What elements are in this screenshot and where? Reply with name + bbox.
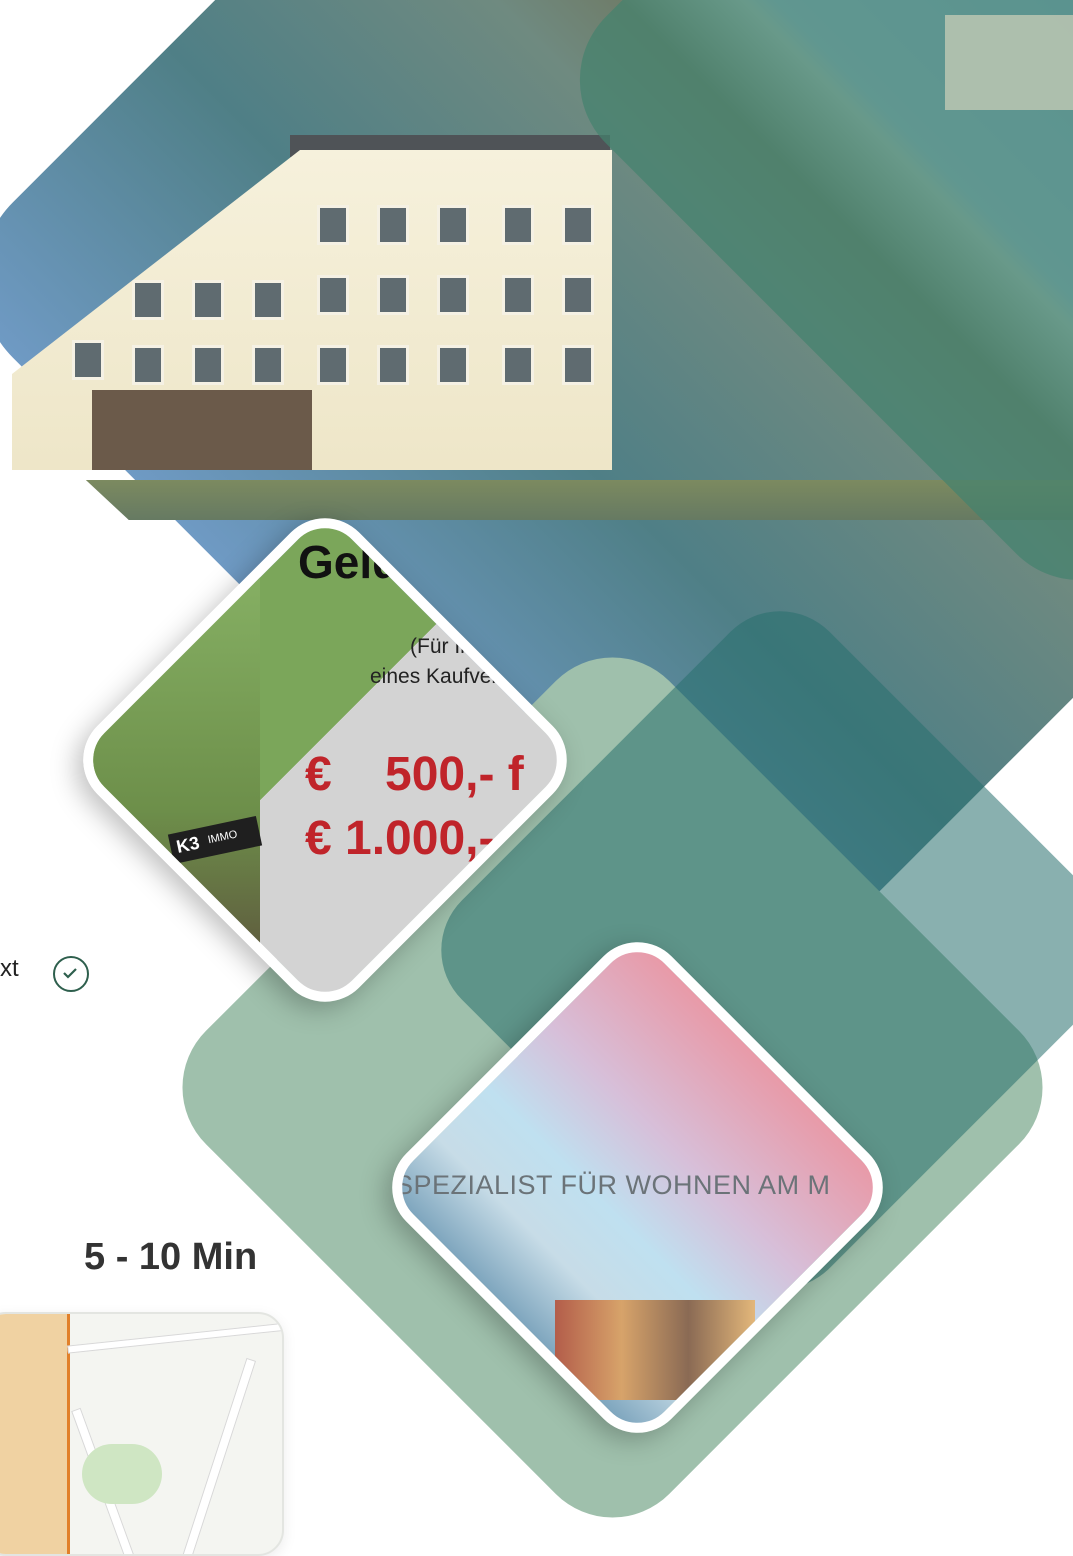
map-preview[interactable] (0, 1312, 284, 1556)
status-label: xt (0, 955, 19, 982)
ad-price-1: € 500,- f (305, 748, 524, 801)
tag-logo: K3 (174, 832, 202, 857)
map-highlight-zone (0, 1314, 70, 1554)
shoreline (85, 480, 1073, 520)
check-circle-icon (53, 956, 89, 992)
ad-price-2: € 1.000,- (305, 812, 495, 865)
commute-time: 5 - 10 Min (84, 1236, 258, 1278)
ad-subtitle-2: eines Kaufvert (370, 665, 505, 688)
ad-subtitle-1: (Für Ih (410, 635, 472, 658)
dog-photo (79, 515, 261, 1005)
fortress-image (945, 15, 1073, 110)
banner-text: SPEZIALIST FÜR WOHNEN AM M (395, 1170, 831, 1200)
tag-text: IMMO (206, 828, 239, 847)
map-park (82, 1444, 162, 1504)
